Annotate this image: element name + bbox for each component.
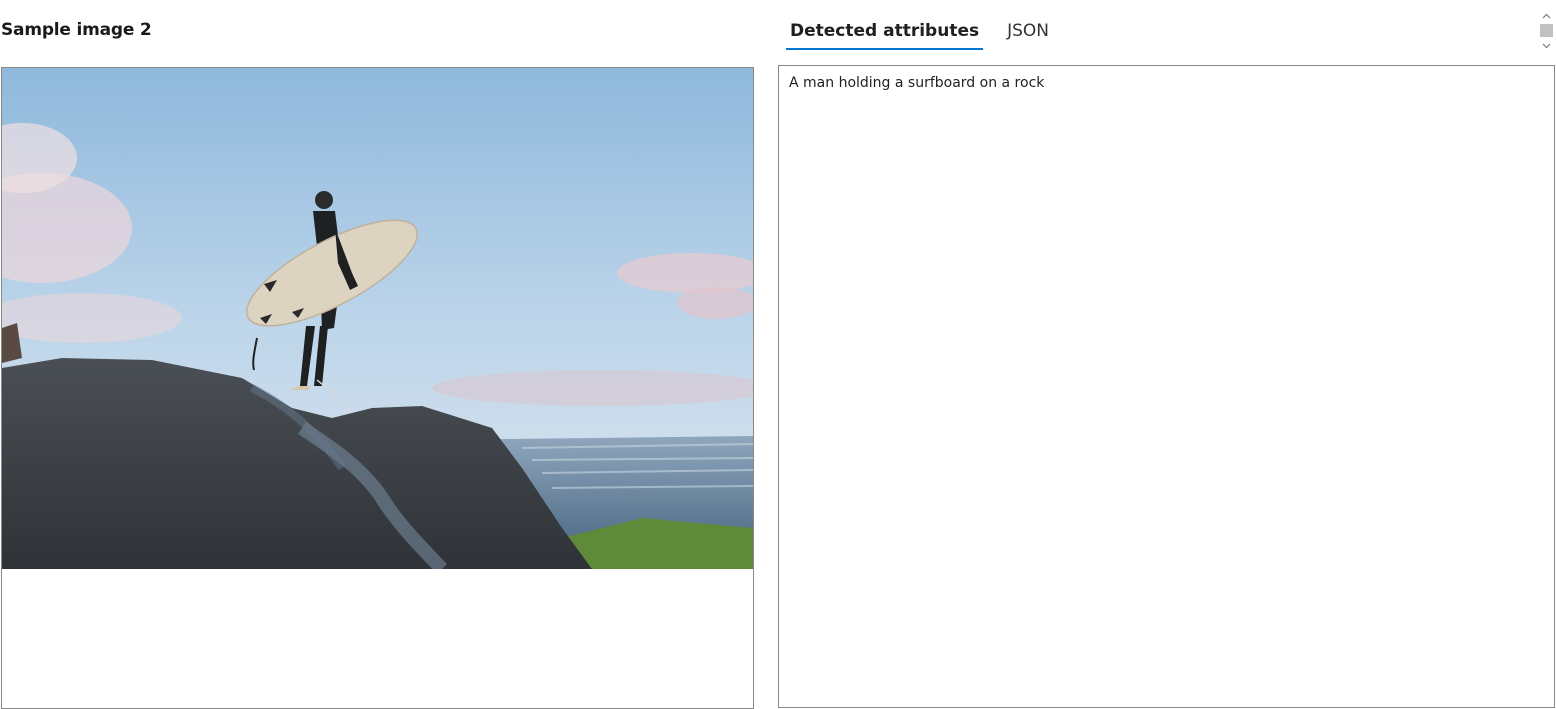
sample-image-frame — [1, 67, 754, 709]
sample-image-title: Sample image 2 — [1, 20, 152, 40]
sample-photo — [2, 68, 753, 569]
tab-json[interactable]: JSON — [1003, 18, 1053, 50]
detected-attributes-panel: A man holding a surfboard on a rock — [778, 65, 1555, 708]
image-caption-text: A man holding a surfboard on a rock — [789, 75, 1045, 91]
scroll-down-button[interactable] — [1539, 40, 1554, 52]
result-tabs: Detected attributes JSON — [786, 18, 1053, 54]
page: Sample image 2 Detected attributes JSON … — [0, 0, 1556, 709]
scroll-up-button[interactable] — [1539, 10, 1554, 22]
chevron-up-icon — [1542, 13, 1551, 19]
tab-detected-attributes[interactable]: Detected attributes — [786, 18, 984, 50]
page-scrollbar[interactable] — [1539, 8, 1554, 54]
scroll-thumb[interactable] — [1540, 24, 1553, 37]
chevron-down-icon — [1542, 43, 1551, 49]
